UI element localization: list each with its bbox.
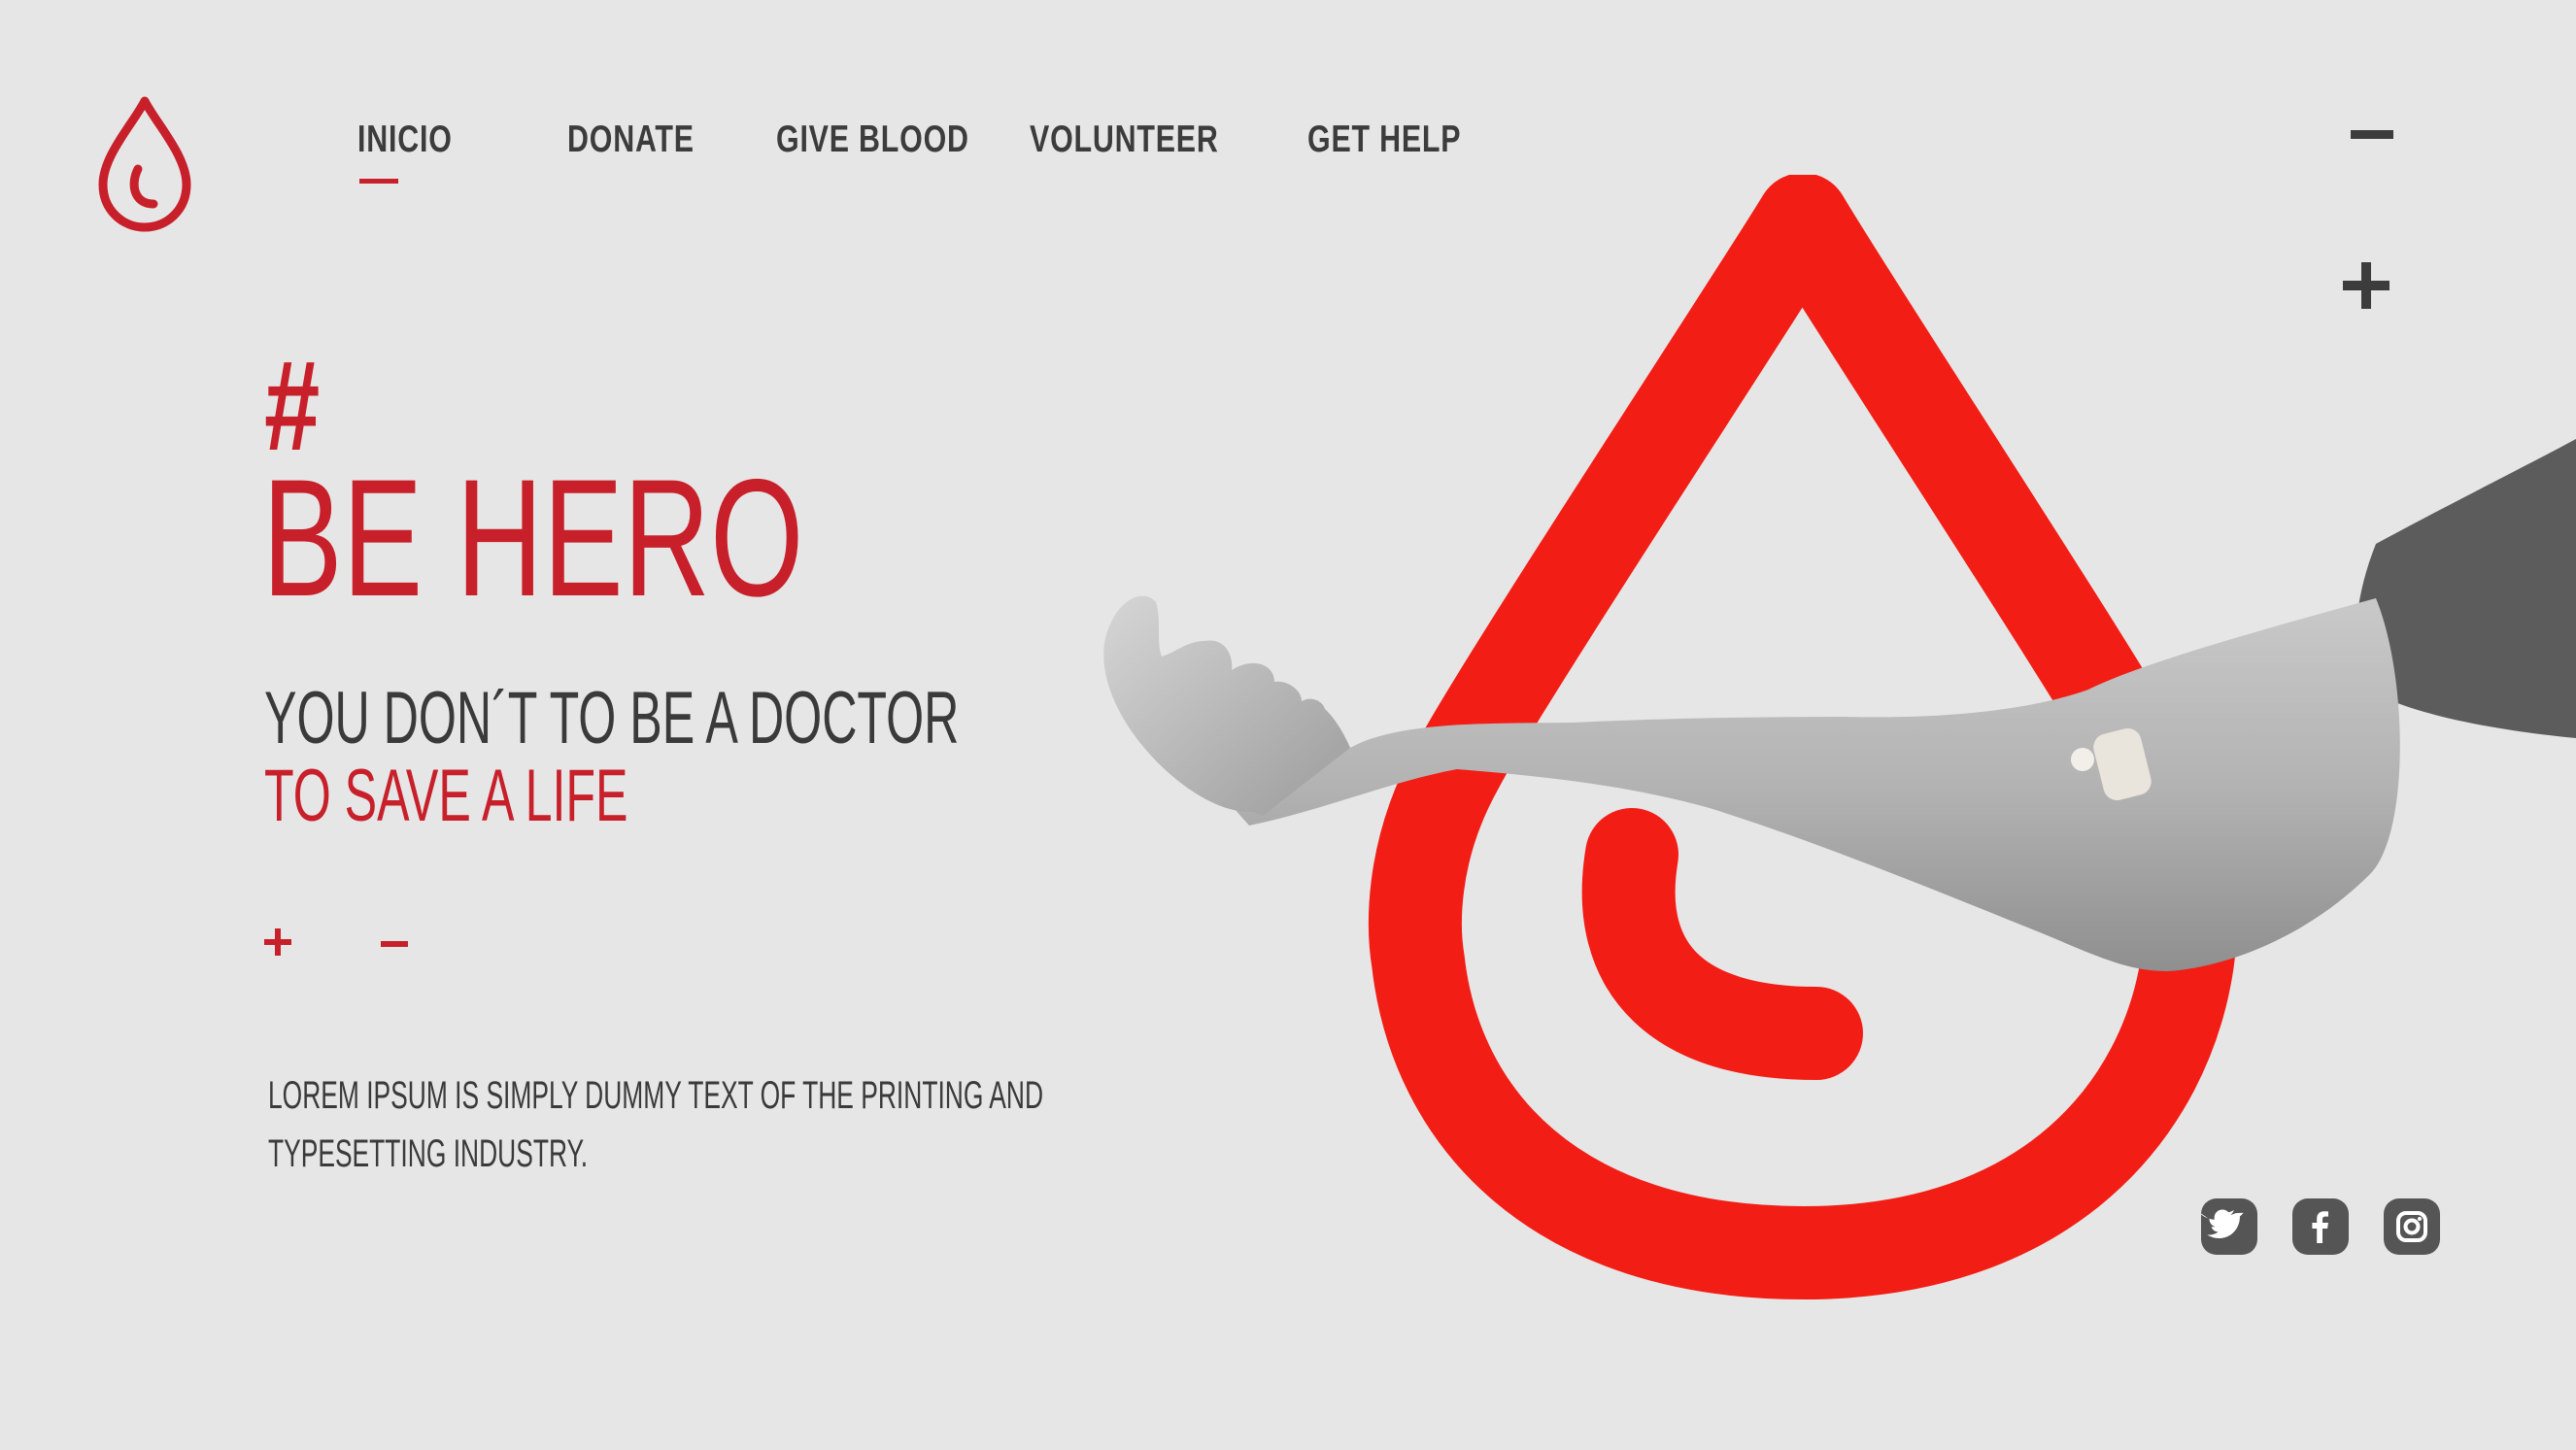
nav-item-donate[interactable]: DONATE [567, 118, 730, 161]
minus-small-icon[interactable] [381, 940, 408, 948]
nav-item-give-blood[interactable]: GIVE BLOOD [776, 118, 1024, 161]
blood-drop-logo-icon[interactable] [95, 95, 194, 233]
twitter-icon [2201, 1209, 2244, 1239]
nav-item-volunteer[interactable]: VOLUNTEER [1030, 118, 1272, 161]
minus-button[interactable] [2351, 124, 2393, 146]
nav-active-indicator [359, 179, 398, 184]
hero-title: BE HERO [262, 445, 804, 631]
instagram-button[interactable] [2384, 1198, 2440, 1255]
hero-visual [1103, 175, 2576, 1299]
twitter-button[interactable] [2201, 1198, 2257, 1255]
plus-small-icon[interactable] [264, 928, 291, 956]
nav-item-inicio[interactable]: INICIO [357, 118, 479, 161]
hero-subtitle-line2: TO SAVE A LIFE [264, 755, 628, 837]
facebook-icon [2312, 1211, 2328, 1243]
nav-item-get-help[interactable]: GET HELP [1307, 118, 1505, 161]
minus-icon [2351, 130, 2393, 139]
instagram-icon [2396, 1211, 2427, 1242]
facebook-button[interactable] [2292, 1198, 2349, 1255]
